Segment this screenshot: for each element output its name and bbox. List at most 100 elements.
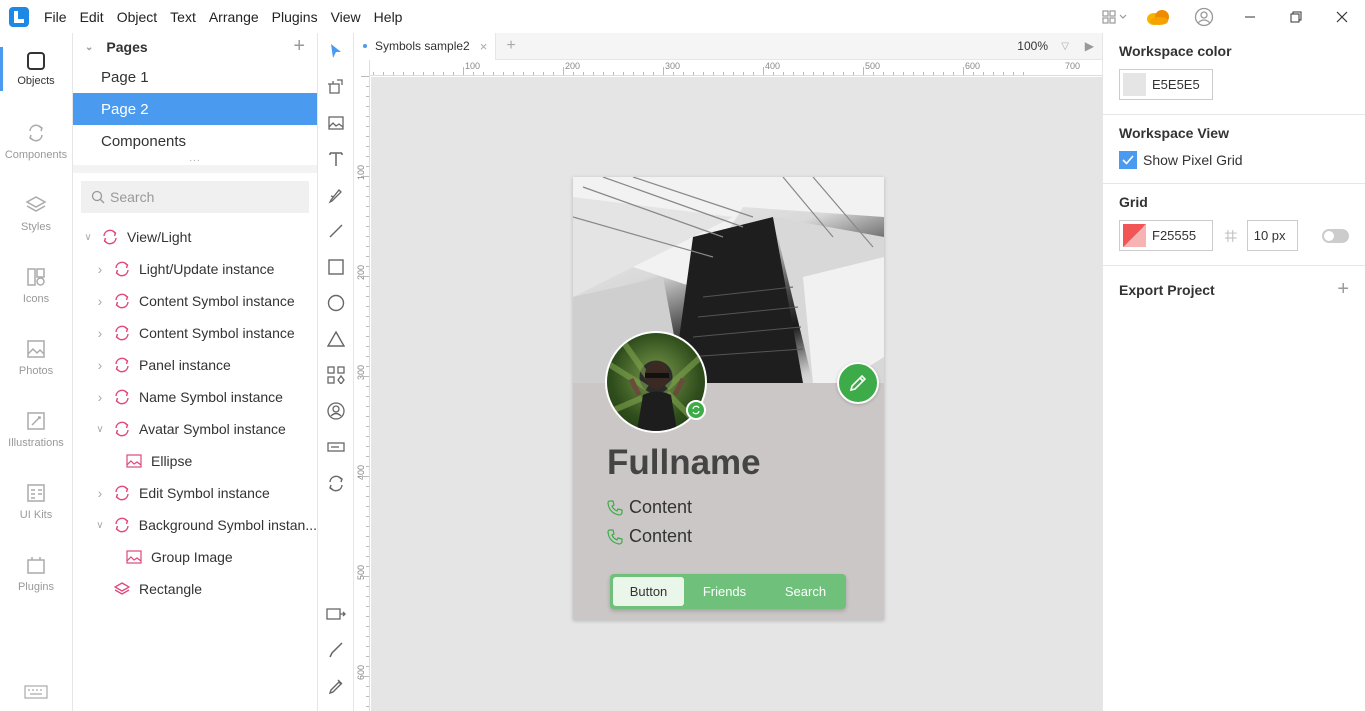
- preview-play-icon[interactable]: ▶: [1085, 39, 1094, 53]
- pen-tool-icon[interactable]: [318, 177, 354, 213]
- menu-plugins[interactable]: Plugins: [272, 9, 329, 25]
- components-icon: [29, 124, 43, 141]
- menu-text[interactable]: Text: [170, 9, 207, 25]
- workspace-color-swatch[interactable]: [1123, 73, 1146, 96]
- menu-bar: File Edit Object Text Arrange Plugins Vi…: [0, 0, 1365, 33]
- nav-photos[interactable]: Photos: [0, 321, 72, 393]
- layer-row[interactable]: ∨ Avatar Symbol instance: [73, 413, 317, 445]
- grid-color-swatch[interactable]: [1123, 224, 1146, 247]
- pages-header[interactable]: ⌄ Pages +: [73, 33, 317, 61]
- fullname-text[interactable]: Fullname: [607, 443, 761, 483]
- layer-row[interactable]: › Content Symbol instance: [73, 317, 317, 349]
- layer-row[interactable]: › Edit Symbol instance: [73, 477, 317, 509]
- menu-view[interactable]: View: [331, 9, 372, 25]
- document-tab[interactable]: Symbols sample2 ×: [355, 32, 497, 60]
- layer-row[interactable]: Group Image: [73, 541, 317, 573]
- menu-object[interactable]: Object: [117, 9, 168, 25]
- layer-row[interactable]: Rectangle: [73, 573, 317, 605]
- panel-resize-handle[interactable]: ...: [73, 154, 317, 165]
- avatar-tool-icon[interactable]: [318, 393, 354, 429]
- account-icon[interactable]: [1181, 0, 1227, 33]
- chevron-down-icon[interactable]: ∨: [81, 232, 95, 243]
- nav-illustrations[interactable]: Illustrations: [0, 393, 72, 465]
- select-tool-icon[interactable]: [318, 33, 354, 69]
- menu-arrange[interactable]: Arrange: [209, 9, 270, 25]
- grid-toggle[interactable]: [1321, 228, 1349, 243]
- chevron-down-icon[interactable]: ∨: [93, 424, 107, 435]
- menu-help[interactable]: Help: [374, 9, 414, 25]
- prototype-tool-icon[interactable]: [318, 596, 354, 632]
- keyboard-icon[interactable]: [24, 685, 48, 702]
- add-page-icon[interactable]: +: [293, 35, 305, 58]
- layer-row[interactable]: › Light/Update instance: [73, 253, 317, 285]
- input-tool-icon[interactable]: [318, 429, 354, 465]
- chevron-right-icon[interactable]: ›: [93, 325, 107, 341]
- zoom-level[interactable]: 100%: [1017, 39, 1048, 53]
- cloud-icon[interactable]: [1135, 0, 1181, 33]
- chevron-right-icon[interactable]: ›: [93, 357, 107, 373]
- symbol-icon: [113, 324, 131, 342]
- grid-size-input[interactable]: 10 px: [1246, 220, 1298, 251]
- layer-row[interactable]: Ellipse: [73, 445, 317, 477]
- nav-components[interactable]: Components: [0, 105, 72, 177]
- text-tool-icon[interactable]: [318, 141, 354, 177]
- chevron-down-icon[interactable]: ∨: [93, 520, 107, 531]
- content-row-1[interactable]: Content: [607, 497, 692, 518]
- layout-switch-icon[interactable]: [1095, 0, 1135, 33]
- chevron-right-icon[interactable]: ›: [93, 485, 107, 501]
- friends-button[interactable]: Friends: [684, 577, 765, 606]
- artboard[interactable]: Fullname Content Content Button Friends …: [573, 177, 884, 620]
- page-item-1[interactable]: Page 1: [73, 61, 317, 93]
- add-export-icon[interactable]: +: [1337, 278, 1349, 301]
- layer-row[interactable]: ∨ Background Symbol instan...: [73, 509, 317, 541]
- chevron-right-icon[interactable]: ›: [93, 261, 107, 277]
- layer-row[interactable]: › Name Symbol instance: [73, 381, 317, 413]
- ruler-tick: [366, 106, 369, 107]
- new-tab-icon[interactable]: +: [506, 37, 515, 55]
- ruler-tick: [613, 72, 614, 75]
- show-pixel-grid-checkbox[interactable]: [1119, 151, 1137, 169]
- eyedropper-tool-icon[interactable]: [318, 668, 354, 704]
- workspace-color-field[interactable]: E5E5E5: [1119, 69, 1213, 100]
- layer-row[interactable]: › Panel instance: [73, 349, 317, 381]
- nav-icons[interactable]: Icons: [0, 249, 72, 321]
- search-button[interactable]: Search: [765, 577, 846, 606]
- symbol-tool-icon[interactable]: [318, 465, 354, 501]
- artboard-tool-icon[interactable]: [318, 69, 354, 105]
- chevron-right-icon[interactable]: ›: [93, 293, 107, 309]
- grid-color-field[interactable]: F25555: [1119, 220, 1214, 251]
- nav-objects[interactable]: Objects: [0, 33, 72, 105]
- export-project-row[interactable]: Export Project +: [1103, 266, 1365, 313]
- content-row-2[interactable]: Content: [607, 526, 692, 547]
- zoom-chevron-down-icon[interactable]: ▽: [1061, 41, 1069, 52]
- layer-row[interactable]: ∨ View/Light: [73, 221, 317, 253]
- update-badge-icon[interactable]: [686, 400, 706, 420]
- ellipse-tool-icon[interactable]: [318, 285, 354, 321]
- nav-ui-kits[interactable]: UI Kits: [0, 465, 72, 537]
- image-tool-icon[interactable]: [318, 105, 354, 141]
- line-tool-icon[interactable]: [318, 213, 354, 249]
- edit-button[interactable]: [837, 362, 879, 404]
- close-icon[interactable]: [1319, 0, 1365, 33]
- chevron-down-icon[interactable]: ⌄: [85, 42, 93, 53]
- restore-icon[interactable]: [1273, 0, 1319, 33]
- ruler-tick: [433, 72, 434, 75]
- layer-row[interactable]: › Content Symbol instance: [73, 285, 317, 317]
- nav-styles[interactable]: Styles: [0, 177, 72, 249]
- show-pixel-grid-row[interactable]: Show Pixel Grid: [1119, 151, 1349, 169]
- menu-edit[interactable]: Edit: [80, 9, 115, 25]
- page-item-2[interactable]: Page 2: [73, 93, 317, 125]
- button-button[interactable]: Button: [613, 577, 684, 606]
- chevron-right-icon[interactable]: ›: [93, 389, 107, 405]
- rectangle-tool-icon[interactable]: [318, 249, 354, 285]
- minimize-icon[interactable]: [1227, 0, 1273, 33]
- close-tab-icon[interactable]: ×: [480, 39, 488, 54]
- canvas[interactable]: Fullname Content Content Button Friends …: [371, 77, 1102, 711]
- layer-search-input[interactable]: Search: [81, 181, 309, 213]
- menu-file[interactable]: File: [44, 9, 78, 25]
- triangle-tool-icon[interactable]: [318, 321, 354, 357]
- components-tool-icon[interactable]: [318, 357, 354, 393]
- ruler-tick: [366, 316, 369, 317]
- brush-tool-icon[interactable]: [318, 632, 354, 668]
- nav-plugins[interactable]: Plugins: [0, 537, 72, 609]
